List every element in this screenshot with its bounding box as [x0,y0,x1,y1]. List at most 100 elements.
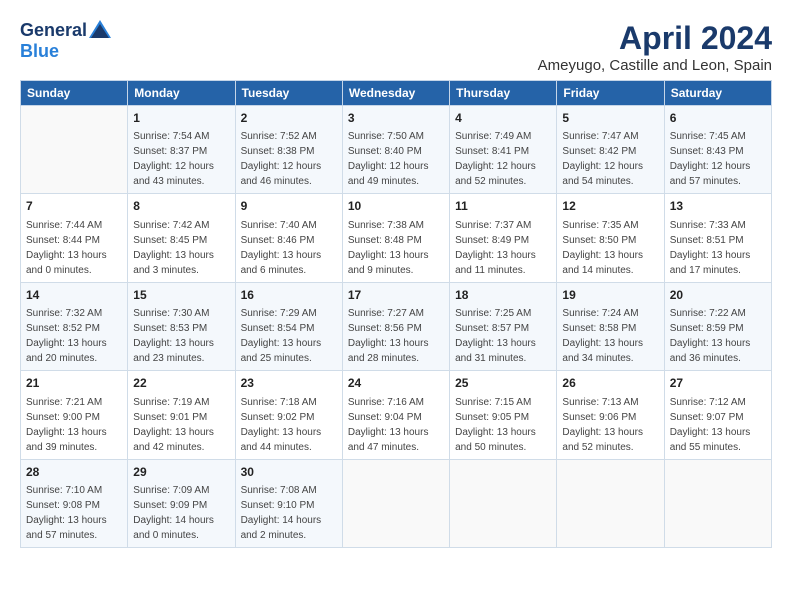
cell-week2-day0: 7Sunrise: 7:44 AM Sunset: 8:44 PM Daylig… [21,194,128,282]
days-header-row: SundayMondayTuesdayWednesdayThursdayFrid… [21,81,772,106]
day-info: Sunrise: 7:19 AM Sunset: 9:01 PM Dayligh… [133,395,229,455]
day-info: Sunrise: 7:32 AM Sunset: 8:52 PM Dayligh… [26,306,122,366]
day-number: 12 [562,198,658,215]
day-number: 20 [670,287,766,304]
day-number: 25 [455,375,551,392]
day-number: 3 [348,110,444,127]
day-number: 19 [562,287,658,304]
cell-week5-day4 [450,459,557,547]
day-info: Sunrise: 7:13 AM Sunset: 9:06 PM Dayligh… [562,395,658,455]
cell-week4-day6: 27 Sunrise: 7:12 AM Sunset: 9:07 PM Dayli… [664,371,771,459]
day-number: 11 [455,198,551,215]
day-info: Sunrise: 7:25 AM Sunset: 8:57 PM Dayligh… [455,306,551,366]
day-number: 4 [455,110,551,127]
day-info: Sunrise: 7:35 AM Sunset: 8:50 PM Dayligh… [562,218,658,278]
header-friday: Friday [557,81,664,106]
day-info: Sunrise: 7:21 AM Sunset: 9:00 PM Dayligh… [26,395,122,455]
calendar-header: SundayMondayTuesdayWednesdayThursdayFrid… [21,81,772,106]
cell-week5-day2: 30 Sunrise: 7:08 AM Sunset: 9:10 PM Dayli… [235,459,342,547]
cell-week4-day4: 25 Sunrise: 7:15 AM Sunset: 9:05 PM Dayli… [450,371,557,459]
cell-week1-day3: 3 Sunrise: 7:50 AM Sunset: 8:40 PM Daylig… [342,106,449,194]
day-info: Sunrise: 7:47 AM Sunset: 8:42 PM Dayligh… [562,129,658,189]
title-block: April 2024 Ameyugo, Castille and Leon, S… [538,20,772,74]
logo: General Blue [20,20,111,62]
day-info: Sunrise: 7:15 AM Sunset: 9:05 PM Dayligh… [455,395,551,455]
day-number: 29 [133,464,229,481]
day-info: Sunrise: 7:22 AM Sunset: 8:59 PM Dayligh… [670,306,766,366]
day-info: Sunrise: 7:52 AM Sunset: 8:38 PM Dayligh… [241,129,337,189]
cell-week1-day2: 2 Sunrise: 7:52 AM Sunset: 8:38 PM Daylig… [235,106,342,194]
day-number: 1 [133,110,229,127]
day-info: Sunrise: 7:24 AM Sunset: 8:58 PM Dayligh… [562,306,658,366]
day-info: Sunrise: 7:08 AM Sunset: 9:10 PM Dayligh… [241,483,337,543]
cell-week5-day1: 29 Sunrise: 7:09 AM Sunset: 9:09 PM Dayli… [128,459,235,547]
day-number: 23 [241,375,337,392]
cell-week5-day0: 28Sunrise: 7:10 AM Sunset: 9:08 PM Dayli… [21,459,128,547]
header-tuesday: Tuesday [235,81,342,106]
week-row-4: 21Sunrise: 7:21 AM Sunset: 9:00 PM Dayli… [21,371,772,459]
day-number: 27 [670,375,766,392]
week-row-2: 7Sunrise: 7:44 AM Sunset: 8:44 PM Daylig… [21,194,772,282]
page-header: General Blue April 2024 Ameyugo, Castill… [20,20,772,74]
day-info: Sunrise: 7:49 AM Sunset: 8:41 PM Dayligh… [455,129,551,189]
day-number: 26 [562,375,658,392]
day-info: Sunrise: 7:38 AM Sunset: 8:48 PM Dayligh… [348,218,444,278]
calendar-table: SundayMondayTuesdayWednesdayThursdayFrid… [20,80,772,548]
day-number: 2 [241,110,337,127]
cell-week4-day1: 22 Sunrise: 7:19 AM Sunset: 9:01 PM Dayli… [128,371,235,459]
day-number: 5 [562,110,658,127]
cell-week4-day5: 26 Sunrise: 7:13 AM Sunset: 9:06 PM Dayli… [557,371,664,459]
header-monday: Monday [128,81,235,106]
cell-week3-day5: 19 Sunrise: 7:24 AM Sunset: 8:58 PM Dayli… [557,282,664,370]
day-number: 16 [241,287,337,304]
cell-week3-day3: 17 Sunrise: 7:27 AM Sunset: 8:56 PM Dayli… [342,282,449,370]
header-saturday: Saturday [664,81,771,106]
day-number: 13 [670,198,766,215]
day-number: 10 [348,198,444,215]
cell-week2-day5: 12 Sunrise: 7:35 AM Sunset: 8:50 PM Dayli… [557,194,664,282]
day-number: 6 [670,110,766,127]
day-info: Sunrise: 7:27 AM Sunset: 8:56 PM Dayligh… [348,306,444,366]
day-info: Sunrise: 7:40 AM Sunset: 8:46 PM Dayligh… [241,218,337,278]
week-row-3: 14 Sunrise: 7:32 AM Sunset: 8:52 PM Dayli… [21,282,772,370]
logo-blue-text: Blue [20,41,59,62]
day-info: Sunrise: 7:50 AM Sunset: 8:40 PM Dayligh… [348,129,444,189]
cell-week1-day1: 1 Sunrise: 7:54 AM Sunset: 8:37 PM Daylig… [128,106,235,194]
cell-week2-day6: 13Sunrise: 7:33 AM Sunset: 8:51 PM Dayli… [664,194,771,282]
cell-week3-day6: 20 Sunrise: 7:22 AM Sunset: 8:59 PM Dayli… [664,282,771,370]
day-number: 17 [348,287,444,304]
logo-general-text: General [20,20,87,41]
cell-week1-day4: 4 Sunrise: 7:49 AM Sunset: 8:41 PM Daylig… [450,106,557,194]
day-info: Sunrise: 7:09 AM Sunset: 9:09 PM Dayligh… [133,483,229,543]
cell-week2-day3: 10 Sunrise: 7:38 AM Sunset: 8:48 PM Dayli… [342,194,449,282]
day-number: 24 [348,375,444,392]
day-info: Sunrise: 7:54 AM Sunset: 8:37 PM Dayligh… [133,129,229,189]
cell-week4-day2: 23 Sunrise: 7:18 AM Sunset: 9:02 PM Dayli… [235,371,342,459]
day-number: 18 [455,287,551,304]
day-number: 8 [133,198,229,215]
cell-week3-day0: 14 Sunrise: 7:32 AM Sunset: 8:52 PM Dayli… [21,282,128,370]
day-info: Sunrise: 7:12 AM Sunset: 9:07 PM Dayligh… [670,395,766,455]
header-sunday: Sunday [21,81,128,106]
month-title: April 2024 [538,20,772,57]
week-row-1: 1 Sunrise: 7:54 AM Sunset: 8:37 PM Daylig… [21,106,772,194]
cell-week2-day1: 8 Sunrise: 7:42 AM Sunset: 8:45 PM Daylig… [128,194,235,282]
cell-week5-day6 [664,459,771,547]
cell-week3-day2: 16 Sunrise: 7:29 AM Sunset: 8:54 PM Dayli… [235,282,342,370]
cell-week5-day5 [557,459,664,547]
day-number: 30 [241,464,337,481]
cell-week1-day5: 5 Sunrise: 7:47 AM Sunset: 8:42 PM Daylig… [557,106,664,194]
cell-week4-day3: 24Sunrise: 7:16 AM Sunset: 9:04 PM Dayli… [342,371,449,459]
day-number: 22 [133,375,229,392]
day-info: Sunrise: 7:18 AM Sunset: 9:02 PM Dayligh… [241,395,337,455]
cell-week1-day0 [21,106,128,194]
day-info: Sunrise: 7:37 AM Sunset: 8:49 PM Dayligh… [455,218,551,278]
day-info: Sunrise: 7:42 AM Sunset: 8:45 PM Dayligh… [133,218,229,278]
day-info: Sunrise: 7:30 AM Sunset: 8:53 PM Dayligh… [133,306,229,366]
week-row-5: 28Sunrise: 7:10 AM Sunset: 9:08 PM Dayli… [21,459,772,547]
day-number: 14 [26,287,122,304]
day-number: 9 [241,198,337,215]
cell-week3-day4: 18 Sunrise: 7:25 AM Sunset: 8:57 PM Dayli… [450,282,557,370]
cell-week2-day4: 11 Sunrise: 7:37 AM Sunset: 8:49 PM Dayli… [450,194,557,282]
day-info: Sunrise: 7:29 AM Sunset: 8:54 PM Dayligh… [241,306,337,366]
